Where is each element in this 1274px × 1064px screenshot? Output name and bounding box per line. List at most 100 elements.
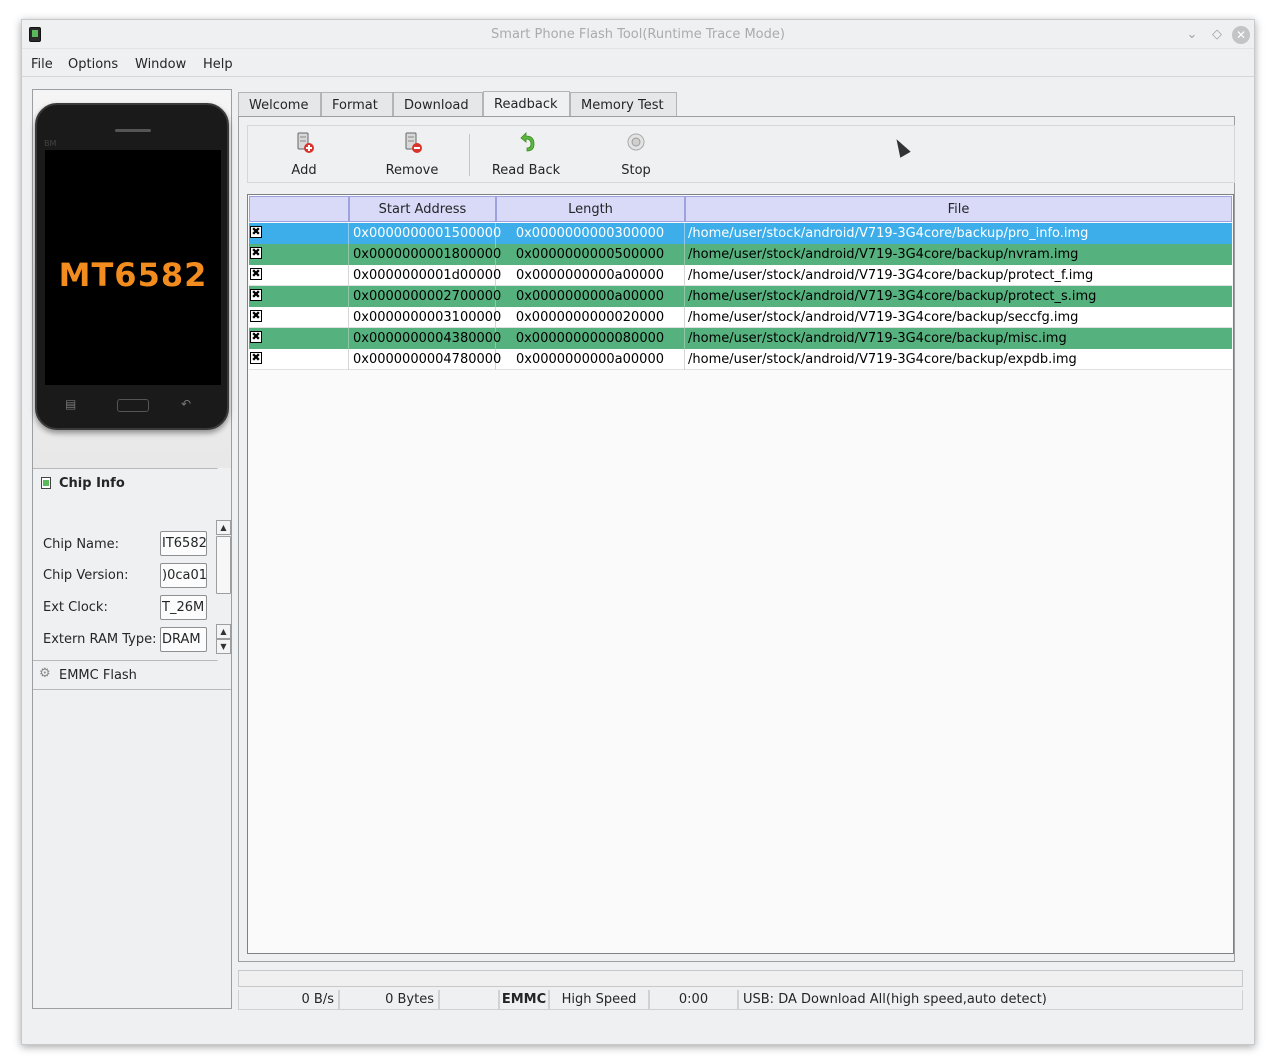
row-check-cell: ✖ (249, 286, 349, 307)
toolbar-separator (469, 134, 470, 176)
read-back-icon (520, 132, 535, 152)
stop-label: Stop (621, 163, 651, 178)
chip-info-tab[interactable]: Chip Info (33, 468, 189, 498)
readback-toolbar: Add Remove Read Back Stop (247, 125, 1235, 183)
menu-options[interactable]: Options (68, 57, 118, 72)
row-file: /home/user/stock/android/V719-3G4core/ba… (688, 226, 1089, 241)
table-row[interactable]: ✖ 0x0000000003100000 0x0000000000020000/ho… (249, 307, 1232, 328)
ram-type-field[interactable]: DRAM (160, 627, 207, 652)
add-button[interactable]: Add (276, 132, 332, 178)
tab-readback[interactable]: Readback (483, 91, 570, 117)
chip-info-header[interactable]: Chip Info (33, 468, 231, 498)
row-length: 0x0000000000a00000 (496, 265, 685, 286)
row-length: 0x0000000000300000 (496, 223, 685, 244)
row-start-address: 0x0000000001d00000 (349, 265, 501, 286)
status-time: 0:00 (649, 990, 738, 1010)
row-file: /home/user/stock/android/V719-3G4core/ba… (688, 247, 1079, 262)
row-length: 0x0000000000080000 (496, 328, 685, 349)
emmc-flash-title: EMMC Flash (59, 668, 137, 683)
menu-help[interactable]: Help (203, 57, 233, 72)
tab-download[interactable]: Download (393, 92, 483, 116)
stop-button[interactable]: Stop (616, 132, 656, 178)
col-length[interactable]: Length (496, 196, 685, 222)
ext-clock-label: Ext Clock: (43, 600, 108, 615)
menu-window[interactable]: Window (135, 57, 186, 72)
tab-welcome[interactable]: Welcome (238, 92, 321, 116)
row-start-address: 0x0000000004780000 (349, 349, 501, 370)
phone-screen: MT6582 (45, 150, 221, 385)
status-message: USB: DA Download All(high speed,auto det… (738, 990, 1243, 1010)
row-check-cell: ✖ (249, 244, 349, 265)
row-checkbox[interactable]: ✖ (250, 289, 262, 301)
row-check-cell: ✖ (249, 349, 349, 370)
menu-key-icon: ▤ (65, 397, 77, 411)
remove-button[interactable]: Remove (382, 132, 442, 178)
status-empty (439, 990, 499, 1010)
row-file: /home/user/stock/android/V719-3G4core/ba… (688, 289, 1097, 304)
ram-type-label: Extern RAM Type: (43, 632, 157, 647)
title-bar: Smart Phone Flash Tool(Runtime Trace Mod… (22, 20, 1254, 49)
table-row[interactable]: ✖ 0x0000000001d00000 0x0000000000a00000/ho… (249, 265, 1232, 286)
status-storage: EMMC (499, 990, 549, 1010)
emmc-flash-header[interactable]: ⚙ EMMC Flash (33, 660, 231, 690)
scroll-up-icon-2[interactable]: ▲ (216, 624, 231, 639)
main-window: Smart Phone Flash Tool(Runtime Trace Mod… (21, 19, 1255, 1045)
chip-info-title: Chip Info (59, 476, 125, 491)
phone-speaker (115, 129, 151, 132)
ext-clock-field[interactable]: T_26M (160, 595, 207, 620)
minimize-icon[interactable]: ⌄ (1183, 26, 1201, 44)
add-label: Add (291, 163, 317, 178)
row-checkbox[interactable]: ✖ (250, 247, 262, 259)
col-check[interactable] (249, 196, 349, 222)
col-file[interactable]: File (685, 196, 1232, 222)
chip-name-label: Chip Name: (43, 537, 120, 552)
col-start-address[interactable]: Start Address (349, 196, 496, 222)
phone-preview: BM MT6582 ▤ ↶ (33, 90, 231, 468)
tab-memory-test[interactable]: Memory Test (570, 92, 677, 116)
status-mode: High Speed (549, 990, 649, 1010)
row-start-address: 0x0000000003100000 (349, 307, 501, 328)
row-file: /home/user/stock/android/V719-3G4core/ba… (688, 310, 1079, 325)
row-checkbox[interactable]: ✖ (250, 310, 262, 322)
row-start-address: 0x0000000004380000 (349, 328, 501, 349)
row-start-address: 0x0000000001500000 (349, 223, 501, 244)
read-back-label: Read Back (491, 163, 561, 178)
row-checkbox[interactable]: ✖ (250, 226, 262, 238)
row-checkbox[interactable]: ✖ (250, 268, 262, 280)
row-check-cell: ✖ (249, 328, 349, 349)
row-check-cell: ✖ (249, 265, 349, 286)
readback-table: Start Address Length File ✖ 0x00000000015… (247, 194, 1234, 954)
table-row[interactable]: ✖ 0x0000000001800000 0x0000000000500000/ho… (249, 244, 1232, 265)
row-checkbox[interactable]: ✖ (250, 352, 262, 364)
menu-file[interactable]: File (31, 57, 53, 72)
table-row[interactable]: ✖ 0x0000000001500000 0x0000000000300000/ho… (249, 223, 1232, 244)
chip-name-field[interactable]: IT6582 (160, 531, 207, 556)
read-back-button[interactable]: Read Back (490, 132, 562, 178)
emmc-flash-tab[interactable]: ⚙ EMMC Flash (33, 660, 189, 690)
table-row[interactable]: ✖ 0x0000000002700000 0x0000000000a00000/ho… (249, 286, 1232, 307)
row-file: /home/user/stock/android/V719-3G4core/ba… (688, 331, 1067, 346)
stop-icon (627, 133, 645, 151)
chip-info-scrollbar[interactable]: ▲ ▲ ▼ (216, 520, 231, 654)
row-start-address: 0x0000000001800000 (349, 244, 501, 265)
menu-separator (22, 76, 1254, 77)
status-bar: 0 B/s 0 Bytes EMMC High Speed 0:00 USB: … (238, 990, 1243, 1012)
phone-brand: BM (44, 139, 57, 148)
table-row[interactable]: ✖ 0x0000000004780000 0x0000000000a00000/ho… (249, 349, 1232, 370)
row-start-address: 0x0000000002700000 (349, 286, 501, 307)
readback-panel: Add Remove Read Back Stop Start Address … (238, 116, 1235, 962)
phone-keys: ▤ ↶ (37, 397, 227, 417)
scroll-handle[interactable] (216, 536, 231, 594)
row-length: 0x0000000000020000 (496, 307, 685, 328)
row-file: /home/user/stock/android/V719-3G4core/ba… (688, 268, 1094, 283)
restore-icon[interactable]: ◇ (1208, 26, 1226, 44)
menu-bar: File Options Window Help (22, 50, 1254, 76)
scroll-up-icon[interactable]: ▲ (216, 520, 231, 535)
row-checkbox[interactable]: ✖ (250, 331, 262, 343)
close-icon[interactable]: ✕ (1232, 26, 1250, 44)
scroll-down-icon[interactable]: ▼ (216, 639, 231, 654)
table-row[interactable]: ✖ 0x0000000004380000 0x0000000000080000/ho… (249, 328, 1232, 349)
chip-version-field[interactable]: )0ca01 (160, 563, 207, 588)
tab-format[interactable]: Format (321, 92, 393, 116)
chip-model-label: MT6582 (58, 256, 208, 294)
